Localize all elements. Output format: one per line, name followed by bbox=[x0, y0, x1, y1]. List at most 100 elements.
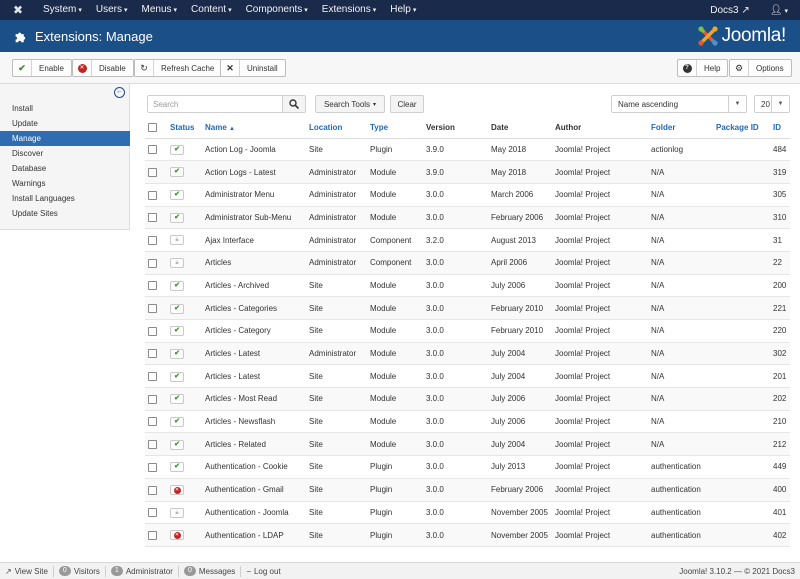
table-row[interactable]: ✔ Articles - Related Site Module 3.0.0 July 2… bbox=[145, 432, 790, 457]
extension-type: Component bbox=[367, 251, 423, 275]
row-checkbox[interactable] bbox=[148, 417, 157, 427]
table-row[interactable]: ✔ Articles - Newsflash Site Module 3.0.0 July… bbox=[145, 410, 790, 434]
row-checkbox[interactable] bbox=[148, 530, 157, 540]
row-checkbox[interactable] bbox=[148, 167, 157, 177]
status-enabled-icon[interactable]: ✔ bbox=[170, 212, 184, 223]
column-location[interactable]: Location bbox=[306, 118, 367, 139]
column-type[interactable]: Type bbox=[367, 118, 423, 139]
table-row[interactable]: 🔒︎ Articles Administrator Component 3.0.0 Apr… bbox=[145, 251, 790, 275]
search-tools-button[interactable]: Search Tools ▾ bbox=[315, 95, 385, 113]
status-enabled-icon[interactable]: ✔ bbox=[170, 439, 184, 450]
nav-menu-menus[interactable]: Menus ▾ bbox=[135, 0, 185, 20]
uninstall-button[interactable]: ✕ Uninstall bbox=[220, 59, 286, 77]
table-row[interactable]: ✔ Authentication - Cookie Site Plugin 3.0.0 J… bbox=[145, 455, 790, 479]
status-enabled-icon[interactable]: ✔ bbox=[170, 462, 184, 473]
row-checkbox[interactable] bbox=[148, 258, 157, 268]
nav-menu-extensions[interactable]: Extensions ▾ bbox=[315, 0, 383, 20]
ordering-select[interactable]: Name ascending ▼ bbox=[611, 95, 747, 113]
limit-select[interactable]: 20 ▼ bbox=[754, 95, 790, 113]
nav-menu-components[interactable]: Components ▾ bbox=[239, 0, 315, 20]
table-row[interactable]: ✕ Authentication - Gmail Site Plugin 3.0.0 Fe… bbox=[145, 478, 790, 502]
row-checkbox[interactable] bbox=[148, 462, 157, 472]
enable-button[interactable]: ✔ Enable bbox=[12, 59, 72, 77]
table-row[interactable]: ✔ Articles - Archived Site Module 3.0.0 July … bbox=[145, 274, 790, 298]
column-folder[interactable]: Folder bbox=[648, 118, 713, 139]
row-checkbox[interactable] bbox=[148, 349, 157, 359]
refresh-cache-button[interactable]: ↻ Refresh Cache bbox=[134, 59, 223, 77]
table-row[interactable]: ✔ Articles - Category Site Module 3.0.0 Febru… bbox=[145, 319, 790, 343]
status-enabled-icon[interactable]: ✔ bbox=[170, 326, 184, 337]
table-row[interactable]: 🔒︎ Authentication - Joomla Site Plugin 3.0.0… bbox=[145, 501, 790, 525]
row-checkbox[interactable] bbox=[148, 304, 157, 314]
row-checkbox[interactable] bbox=[148, 372, 157, 382]
sidebar-item-update[interactable]: Update bbox=[0, 116, 130, 131]
column-package-id[interactable]: Package ID bbox=[713, 118, 770, 139]
row-checkbox[interactable] bbox=[148, 190, 157, 200]
table-row[interactable]: ✔ Administrator Sub-Menu Administrator Modu… bbox=[145, 206, 790, 230]
table-row[interactable]: ✔ Action Log - Joomla Site Plugin 3.9.0 May 2… bbox=[145, 138, 790, 162]
status-enabled-icon[interactable]: ✔ bbox=[170, 167, 184, 178]
status-enabled-icon[interactable]: ✔ bbox=[170, 303, 184, 314]
visitors-label: Visitors bbox=[73, 566, 100, 576]
table-row[interactable]: ✔ Articles - Latest Administrator Module 3.0… bbox=[145, 342, 790, 366]
status-enabled-icon[interactable]: ✔ bbox=[170, 280, 184, 291]
row-checkbox[interactable] bbox=[148, 145, 157, 155]
nav-menu-content[interactable]: Content ▾ bbox=[184, 0, 239, 20]
nav-menu-system[interactable]: System ▾ bbox=[36, 0, 89, 20]
nav-menu-users[interactable]: Users ▾ bbox=[89, 0, 135, 20]
status-enabled-icon[interactable]: ✔ bbox=[170, 144, 184, 155]
table-row[interactable]: ✕ Authentication - LDAP Site Plugin 3.0.0 Nov… bbox=[145, 523, 790, 547]
row-checkbox[interactable] bbox=[148, 485, 157, 495]
row-checkbox[interactable] bbox=[148, 508, 157, 518]
search-input[interactable] bbox=[147, 95, 283, 113]
status-enabled-icon[interactable]: ✔ bbox=[170, 190, 184, 201]
sidebar-item-update-sites[interactable]: Update Sites bbox=[0, 206, 130, 221]
row-select-cell bbox=[145, 342, 167, 366]
row-checkbox[interactable] bbox=[148, 326, 157, 336]
row-checkbox[interactable] bbox=[148, 281, 157, 291]
column-id[interactable]: ID bbox=[770, 118, 790, 139]
search-button[interactable] bbox=[282, 95, 306, 113]
sidebar-item-discover[interactable]: Discover bbox=[0, 146, 130, 161]
disable-button[interactable]: ✕ Disable bbox=[72, 59, 134, 77]
options-button[interactable]: ⚙ Options bbox=[729, 59, 792, 77]
view-site-link[interactable]: ↗ View Site bbox=[0, 567, 53, 576]
table-row[interactable]: ✔ Articles - Categories Site Module 3.0.0 Feb… bbox=[145, 296, 790, 320]
sidebar-item-warnings[interactable]: Warnings bbox=[0, 176, 130, 191]
site-link[interactable]: Docs3 ↗ bbox=[702, 5, 766, 16]
logout-link[interactable]: − Log out bbox=[241, 567, 285, 576]
status-enabled-icon[interactable]: ✔ bbox=[170, 371, 184, 382]
table-row[interactable]: ✔ Administrator Menu Administrator Module 3.… bbox=[145, 183, 790, 207]
extension-id: 212 bbox=[770, 432, 790, 457]
row-checkbox[interactable] bbox=[148, 213, 157, 223]
sidebar-item-install-languages[interactable]: Install Languages bbox=[0, 191, 130, 206]
table-row[interactable]: ✔ Articles - Latest Site Module 3.0.0 July 20… bbox=[145, 364, 790, 389]
status-enabled-icon[interactable]: ✔ bbox=[170, 348, 184, 359]
messages-link[interactable]: 0 Messages bbox=[179, 566, 240, 576]
collapse-sidebar-icon[interactable]: ← bbox=[114, 87, 125, 98]
puzzle-icon bbox=[15, 32, 26, 42]
joomla-menu-icon[interactable]: ✖ bbox=[0, 0, 36, 20]
sidebar-item-install[interactable]: Install bbox=[0, 101, 130, 116]
sidebar-item-database[interactable]: Database bbox=[0, 161, 130, 176]
status-disabled-icon[interactable]: ✕ bbox=[170, 530, 184, 541]
table-row[interactable]: ✔ Action Logs - Latest Administrator Module… bbox=[145, 160, 790, 184]
clear-button[interactable]: Clear bbox=[390, 95, 424, 113]
sidebar-item-manage[interactable]: Manage bbox=[0, 131, 130, 146]
caret-down-icon: ▾ bbox=[78, 7, 82, 14]
select-all-checkbox[interactable] bbox=[148, 123, 157, 133]
nav-menu-help[interactable]: Help ▾ bbox=[383, 0, 423, 20]
close-icon: ✕ bbox=[221, 60, 240, 76]
status-disabled-icon[interactable]: ✕ bbox=[170, 485, 184, 496]
row-checkbox[interactable] bbox=[148, 440, 157, 450]
row-checkbox[interactable] bbox=[148, 235, 157, 245]
table-row[interactable]: 🔒︎ Ajax Interface Administrator Component 3.… bbox=[145, 228, 790, 252]
user-menu[interactable]: 👤︎ ▾ bbox=[766, 5, 800, 16]
status-enabled-icon[interactable]: ✔ bbox=[170, 394, 184, 405]
row-checkbox[interactable] bbox=[148, 394, 157, 404]
column-status[interactable]: Status bbox=[167, 118, 202, 139]
column-name[interactable]: Name ▲ bbox=[202, 118, 306, 139]
status-enabled-icon[interactable]: ✔ bbox=[170, 416, 184, 427]
table-row[interactable]: ✔ Articles - Most Read Site Module 3.0.0 July… bbox=[145, 387, 790, 411]
help-button[interactable]: ? Help bbox=[677, 59, 729, 77]
